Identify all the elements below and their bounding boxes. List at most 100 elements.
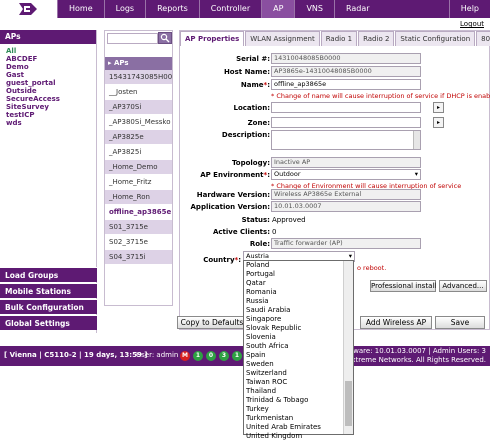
copy-to-defaults-button[interactable]: Copy to Defaults xyxy=(177,316,247,329)
country-option[interactable]: Turkey xyxy=(244,405,353,414)
location-input[interactable] xyxy=(271,102,421,113)
country-option[interactable]: United Arab Emirates xyxy=(244,423,353,432)
ap-list-item[interactable]: S01_3715e xyxy=(105,220,172,235)
wlan-filter-item[interactable]: ABCDEF xyxy=(6,55,96,63)
extreme-logo xyxy=(0,0,57,18)
application-field: 10.01.03.0007 xyxy=(271,201,421,212)
name-input[interactable]: offline_ap3865e xyxy=(271,79,421,90)
advanced-button[interactable]: Advanced... xyxy=(439,280,487,292)
wlan-filter-item[interactable]: testICP xyxy=(6,111,96,119)
name-warning-text: Change of name will cause interruption o… xyxy=(276,92,490,100)
tab-static-configuration[interactable]: Static Configuration xyxy=(395,31,476,46)
description-textarea[interactable] xyxy=(271,130,421,150)
status-badge[interactable]: 1 xyxy=(232,351,242,361)
sidebar-mobile-stations[interactable]: Mobile Stations xyxy=(0,283,97,298)
status-badge[interactable]: 0 xyxy=(206,351,216,361)
professional-install-button[interactable]: Professional install xyxy=(370,280,436,292)
wlan-filter-item[interactable]: Demo xyxy=(6,63,96,71)
description-scrollbar[interactable] xyxy=(413,131,420,149)
country-option[interactable]: South Africa xyxy=(244,342,353,351)
wlan-filter-item[interactable]: SecureAccess xyxy=(6,95,96,103)
country-option[interactable]: United Kingdom xyxy=(244,432,353,441)
controller-status: [ Vienna | C5110-2 | 19 days, 13:59 ] xyxy=(4,351,148,359)
country-option[interactable]: Romania xyxy=(244,288,353,297)
ap-list-item[interactable]: _AP3825i xyxy=(105,145,172,160)
country-option[interactable]: Singapore xyxy=(244,315,353,324)
country-option[interactable]: Taiwan ROC xyxy=(244,378,353,387)
alarm-badge[interactable]: M xyxy=(180,351,190,361)
serial-field: 14310048085B0000 xyxy=(271,53,421,64)
nav-help[interactable]: Help xyxy=(448,0,490,18)
zone-picker-button[interactable]: ▸ xyxy=(433,117,444,128)
country-option[interactable]: Thailand xyxy=(244,387,353,396)
nav-controller[interactable]: Controller xyxy=(198,0,261,18)
active-clients-label: Active Clients: xyxy=(212,228,270,236)
status-badge[interactable]: 1 xyxy=(193,351,203,361)
country-option[interactable]: Trinidad & Tobago xyxy=(244,396,353,405)
nav-logs[interactable]: Logs xyxy=(103,0,145,18)
country-option[interactable]: Slovak Republic xyxy=(244,324,353,333)
logout-link[interactable]: Logout xyxy=(460,20,484,28)
wlan-filter-item[interactable]: guest_portal xyxy=(6,79,96,87)
tab-802-1x[interactable]: 802.1x xyxy=(476,31,490,46)
ap-list-item[interactable]: _AP370Si xyxy=(105,100,172,115)
country-option[interactable]: Slovenia xyxy=(244,333,353,342)
ap-list-item[interactable]: __Josten xyxy=(105,85,172,100)
dropdown-scrollbar[interactable] xyxy=(343,261,353,434)
topology-label: Topology: xyxy=(231,159,270,167)
tab-radio-2[interactable]: Radio 2 xyxy=(358,31,395,46)
add-wireless-ap-button[interactable]: Add Wireless AP xyxy=(360,316,432,329)
wlan-filter-item[interactable]: SiteSurvey xyxy=(6,103,96,111)
wlan-filter-item[interactable]: wds xyxy=(6,119,96,127)
nav-radar[interactable]: Radar xyxy=(333,0,381,18)
sidebar-global-settings[interactable]: Global Settings xyxy=(0,315,97,330)
current-user: User: admin xyxy=(136,351,179,359)
environment-select[interactable]: Outdoor ▾ xyxy=(271,169,421,180)
country-option[interactable]: Sweden xyxy=(244,360,353,369)
ap-list-item[interactable]: _Home_Fritz xyxy=(105,175,172,190)
country-dropdown-list[interactable]: Poland Portugal Qatar Romania Russia Sau… xyxy=(243,260,354,440)
nav-home[interactable]: Home xyxy=(57,0,104,18)
status-badge[interactable]: 3 xyxy=(219,351,229,361)
tab-wlan-assignment[interactable]: WLAN Assignment xyxy=(245,31,320,46)
ap-list-item[interactable]: _AP380Si_Messko xyxy=(105,115,172,130)
ap-list-item[interactable]: _Home_Demo xyxy=(105,160,172,175)
zone-input[interactable] xyxy=(271,117,421,128)
country-option[interactable]: Russia xyxy=(244,297,353,306)
ap-search-input[interactable] xyxy=(107,33,158,44)
country-option[interactable]: Switzerland xyxy=(244,369,353,378)
nav-ap[interactable]: AP xyxy=(261,0,295,18)
country-option[interactable]: Turkmenistan xyxy=(244,414,353,423)
top-navigation-bar: Home Logs Reports Controller AP VNS Rada… xyxy=(0,0,490,18)
ap-list-item[interactable]: _Home_Ron xyxy=(105,190,172,205)
country-option[interactable]: Spain xyxy=(244,351,353,360)
status-label: Status: xyxy=(241,216,270,224)
extreme-logo-icon xyxy=(19,3,37,15)
ap-list-item[interactable]: S04_3715i xyxy=(105,250,172,265)
required-mark: * xyxy=(263,171,268,179)
nav-reports[interactable]: Reports xyxy=(145,0,199,18)
country-option[interactable]: Qatar xyxy=(244,279,353,288)
nav-vns[interactable]: VNS xyxy=(294,0,334,18)
ap-list-item-active[interactable]: offline_ap3865e xyxy=(105,205,172,220)
search-icon xyxy=(160,33,170,43)
sidebar-load-groups[interactable]: Load Groups xyxy=(0,267,97,282)
country-option[interactable]: Saudi Arabia xyxy=(244,306,353,315)
chevron-down-icon: ▾ xyxy=(414,170,418,178)
ap-list-item[interactable]: 15431743085H000 xyxy=(105,70,172,85)
ap-list-item[interactable]: _AP3825e xyxy=(105,130,172,145)
sidebar-bulk-configuration[interactable]: Bulk Configuration xyxy=(0,299,97,314)
save-button[interactable]: Save xyxy=(435,316,485,329)
environment-value: Outdoor xyxy=(274,170,301,178)
country-option[interactable]: Portugal xyxy=(244,270,353,279)
ap-list-item[interactable]: S02_3715e xyxy=(105,235,172,250)
wlan-filter-item[interactable]: Outside xyxy=(6,87,96,95)
country-option[interactable]: Poland xyxy=(244,261,353,270)
dropdown-scroll-thumb[interactable] xyxy=(345,381,352,426)
location-picker-button[interactable]: ▸ xyxy=(433,102,444,113)
tab-radio-1[interactable]: Radio 1 xyxy=(320,31,358,46)
wlan-filter-all[interactable]: All xyxy=(6,47,96,55)
search-button[interactable] xyxy=(158,32,172,44)
tab-ap-properties[interactable]: AP Properties xyxy=(180,31,245,46)
wlan-filter-item[interactable]: Gast xyxy=(6,71,96,79)
